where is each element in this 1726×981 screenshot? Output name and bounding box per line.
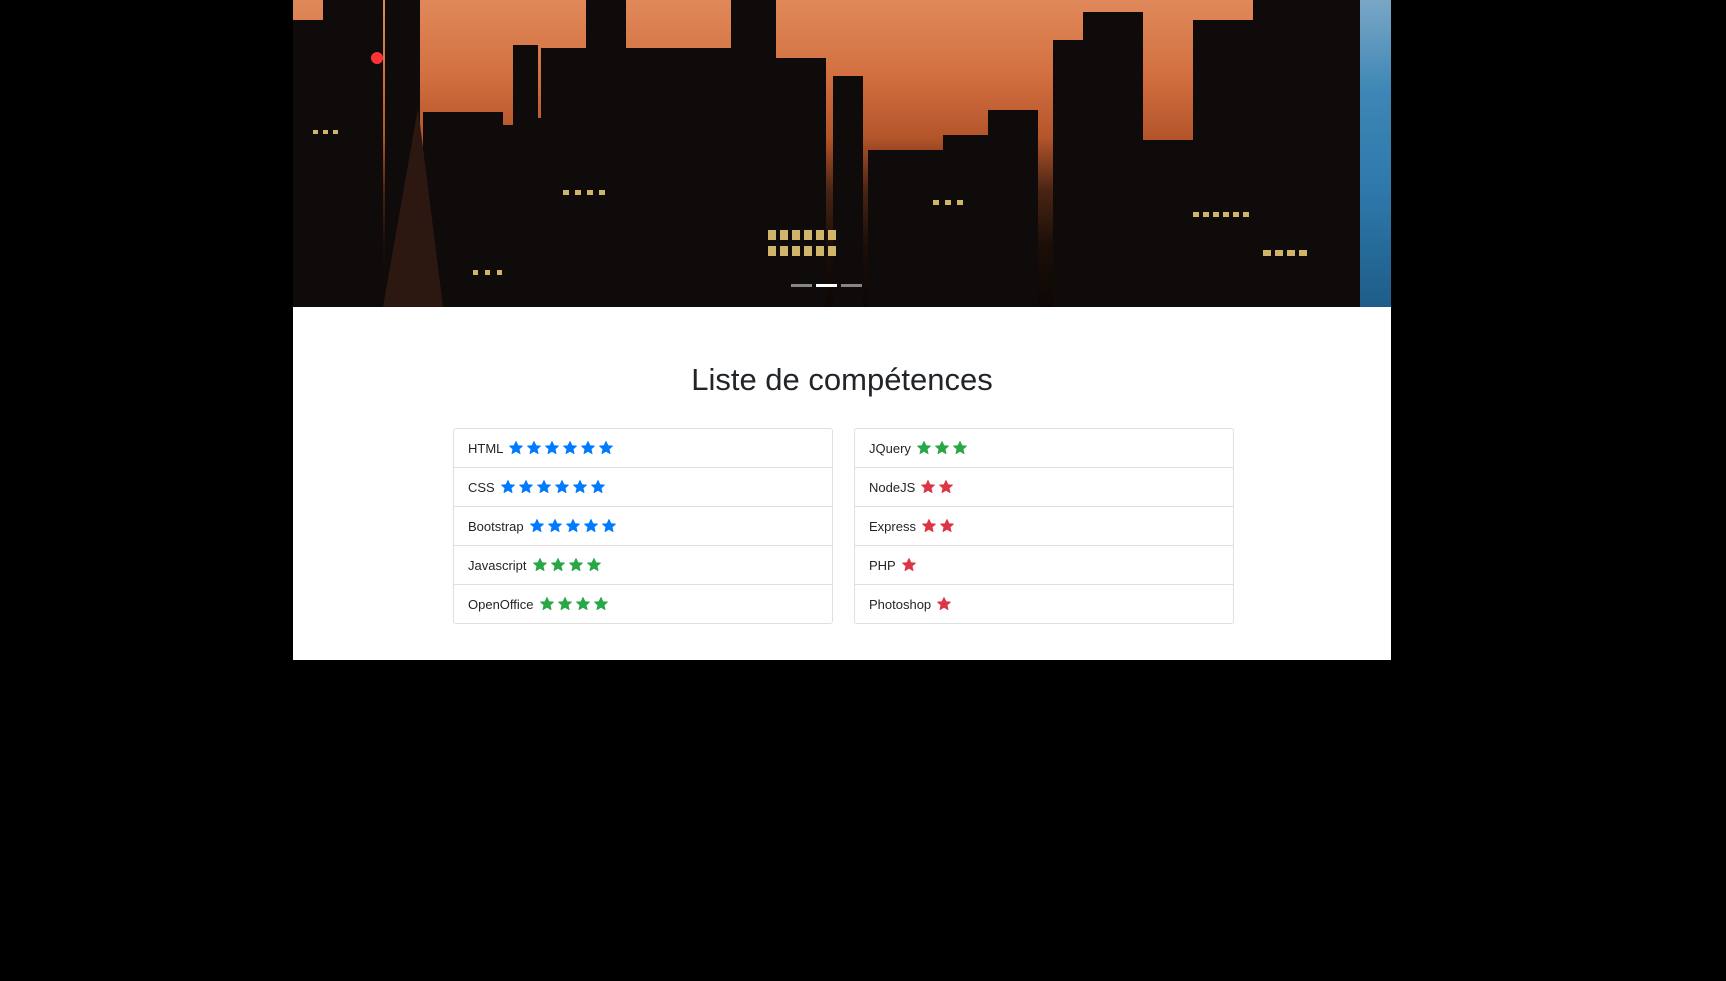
next-slide-preview-image bbox=[1360, 0, 1391, 307]
star-icon bbox=[581, 441, 596, 455]
city-skyline-illustration bbox=[293, 0, 1360, 307]
star-icon bbox=[565, 519, 580, 533]
carousel-indicator[interactable] bbox=[815, 284, 837, 287]
skill-list-item: NodeJS bbox=[855, 468, 1233, 508]
skill-list-item: HTML bbox=[454, 429, 832, 469]
image-carousel[interactable] bbox=[293, 0, 1391, 307]
skill-rating bbox=[532, 557, 602, 573]
star-icon bbox=[547, 519, 562, 533]
skill-list-item: Bootstrap bbox=[454, 507, 832, 547]
star-icon bbox=[550, 558, 565, 572]
skill-list-item: Javascript bbox=[454, 546, 832, 586]
star-icon bbox=[922, 519, 936, 533]
skill-rating bbox=[508, 440, 614, 456]
skill-rating bbox=[500, 479, 606, 495]
skill-list-item: CSS bbox=[454, 468, 832, 508]
skill-rating bbox=[539, 596, 609, 612]
star-icon bbox=[917, 441, 931, 455]
star-icon bbox=[940, 519, 954, 533]
star-icon bbox=[532, 558, 547, 572]
skill-list-item: OpenOffice bbox=[454, 585, 832, 623]
star-icon bbox=[935, 441, 949, 455]
star-icon bbox=[599, 441, 614, 455]
star-icon bbox=[583, 519, 598, 533]
skills-title: Liste de compétences bbox=[691, 362, 993, 397]
star-icon bbox=[901, 558, 916, 572]
skills-lists: HTML CSS Bootstrap Javascript OpenOffice JQu… bbox=[453, 428, 1391, 625]
skills-list-right: JQuery NodeJS Express PHP Photoshop bbox=[854, 428, 1234, 625]
star-icon bbox=[529, 519, 544, 533]
skill-name: Photoshop bbox=[869, 596, 932, 612]
skill-name: NodeJS bbox=[869, 479, 916, 495]
star-icon bbox=[601, 519, 616, 533]
star-icon bbox=[509, 441, 524, 455]
skill-list-item: JQuery bbox=[855, 429, 1233, 469]
star-icon bbox=[953, 441, 967, 455]
star-icon bbox=[937, 597, 952, 611]
skill-name: Bootstrap bbox=[468, 518, 524, 534]
star-icon bbox=[500, 480, 515, 494]
skill-rating bbox=[901, 557, 917, 573]
star-icon bbox=[590, 480, 605, 494]
star-icon bbox=[563, 441, 578, 455]
skill-name: JQuery bbox=[869, 440, 911, 456]
star-icon bbox=[575, 597, 590, 611]
skill-rating bbox=[529, 518, 617, 534]
skill-name: Javascript bbox=[468, 557, 527, 573]
star-icon bbox=[593, 597, 608, 611]
star-icon bbox=[939, 480, 954, 494]
city-night-slide-image bbox=[293, 0, 1360, 307]
skill-list-item: PHP bbox=[855, 546, 1233, 586]
skill-rating bbox=[916, 440, 968, 456]
skill-rating bbox=[920, 479, 954, 495]
star-icon bbox=[527, 441, 542, 455]
star-icon bbox=[518, 480, 533, 494]
star-icon bbox=[557, 597, 572, 611]
carousel-indicator[interactable] bbox=[790, 284, 812, 287]
star-icon bbox=[921, 480, 936, 494]
skill-rating bbox=[921, 518, 955, 534]
skill-name: HTML bbox=[468, 440, 504, 456]
skills-list-left: HTML CSS Bootstrap Javascript OpenOffice bbox=[453, 428, 833, 625]
carousel-indicators bbox=[293, 284, 1391, 287]
carousel-indicator[interactable] bbox=[840, 284, 862, 287]
skill-list-item: Photoshop bbox=[855, 585, 1233, 623]
star-icon bbox=[539, 597, 554, 611]
skill-name: PHP bbox=[869, 557, 896, 573]
star-icon bbox=[554, 480, 569, 494]
star-icon bbox=[572, 480, 587, 494]
skill-list-item: Express bbox=[855, 507, 1233, 547]
skill-name: OpenOffice bbox=[468, 596, 534, 612]
star-icon bbox=[545, 441, 560, 455]
skill-name: Express bbox=[869, 518, 916, 534]
skill-rating bbox=[936, 596, 952, 612]
skill-name: CSS bbox=[468, 479, 495, 495]
skills-section: Liste de compétences HTML CSS Bootstrap Jav… bbox=[293, 307, 1391, 625]
star-icon bbox=[586, 558, 601, 572]
star-icon bbox=[568, 558, 583, 572]
star-icon bbox=[536, 480, 551, 494]
page: Liste de compétences HTML CSS Bootstrap Jav… bbox=[293, 0, 1391, 660]
